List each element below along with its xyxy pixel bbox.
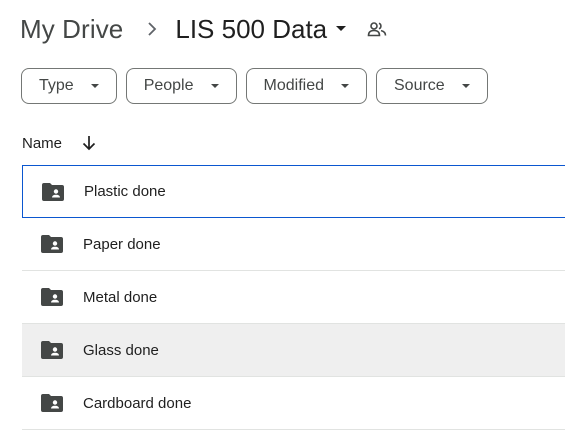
caret-down-icon — [340, 83, 350, 89]
shared-folder-icon — [41, 394, 63, 412]
file-list: Plastic done Paper done Metal done Glass… — [22, 165, 565, 430]
breadcrumb: My Drive LIS 500 Data — [20, 10, 387, 48]
caret-down-icon — [90, 83, 100, 89]
chip-label: Modified — [263, 77, 324, 94]
caret-down-icon — [335, 25, 347, 33]
chip-label: People — [143, 77, 194, 94]
chip-label: Type — [39, 77, 74, 94]
breadcrumb-current-folder[interactable]: LIS 500 Data — [175, 14, 347, 45]
chip-label: Source — [394, 77, 445, 94]
shared-folder-icon — [41, 288, 63, 306]
column-header: Name — [22, 130, 96, 156]
caret-down-icon — [461, 83, 471, 89]
drive-folder-view: My Drive LIS 500 Data Type People Modifi… — [0, 0, 565, 443]
list-item[interactable]: Metal done — [22, 271, 565, 324]
shared-folder-icon — [41, 341, 63, 359]
shared-folder-icon — [41, 235, 63, 253]
people-icon[interactable] — [367, 21, 387, 37]
current-folder-title: LIS 500 Data — [175, 13, 328, 44]
list-item[interactable]: Paper done — [22, 218, 565, 271]
list-item[interactable]: Plastic done — [22, 165, 565, 218]
list-item[interactable]: Cardboard done — [22, 377, 565, 430]
row-label: Glass done — [83, 341, 159, 359]
filter-modified-chip[interactable]: Modified — [245, 68, 367, 104]
filter-type-chip[interactable]: Type — [21, 68, 117, 104]
chevron-right-icon — [147, 22, 157, 36]
row-label: Plastic done — [84, 183, 166, 200]
breadcrumb-my-drive[interactable]: My Drive — [20, 14, 123, 45]
row-label: Metal done — [83, 288, 158, 306]
filter-source-chip[interactable]: Source — [376, 68, 488, 104]
filter-chips: Type People Modified Source — [21, 68, 488, 104]
list-item[interactable]: Glass done — [22, 324, 565, 377]
arrow-down-icon[interactable] — [82, 135, 96, 151]
shared-folder-icon — [42, 183, 64, 201]
caret-down-icon — [210, 83, 220, 89]
name-column-header[interactable]: Name — [22, 135, 62, 152]
filter-people-chip[interactable]: People — [125, 68, 237, 104]
row-label: Cardboard done — [83, 394, 192, 412]
row-label: Paper done — [83, 235, 161, 253]
